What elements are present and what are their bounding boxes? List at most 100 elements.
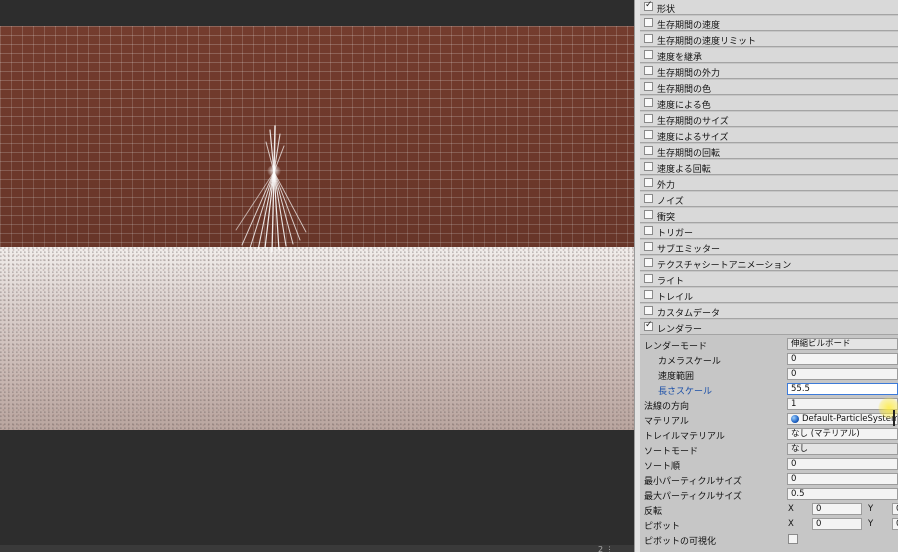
min-particle-size-input[interactable]: 0 <box>787 473 898 485</box>
prop-trail-material: トレイルマテリアル なし (マテリアル) <box>640 427 898 442</box>
prop-label: 最大パーティクルサイズ <box>644 492 742 502</box>
module-inherit-velocity[interactable]: 速度を継承 <box>640 48 898 63</box>
module-label: 速度によるサイズ <box>657 133 729 143</box>
module-rotation-over-lifetime[interactable]: 生存期間の回転 <box>640 144 898 159</box>
prop-visualize-pivot: ピボットの可視化 <box>640 532 898 547</box>
module-label: レンダラー <box>657 325 703 335</box>
module-color-by-speed[interactable]: 速度による色 <box>640 96 898 111</box>
pivot-x-input[interactable]: 0 <box>812 518 862 530</box>
pivot-y-input[interactable]: 0 <box>892 518 898 530</box>
module-checkbox[interactable] <box>644 18 653 27</box>
module-collision[interactable]: 衝突 <box>640 208 898 223</box>
module-label: 生存期間の回転 <box>657 149 721 159</box>
module-shape[interactable]: 形状 <box>640 0 898 15</box>
prop-sort-mode: ソートモード なし <box>640 442 898 457</box>
module-label: 速度による色 <box>657 101 711 111</box>
module-rotation-by-speed[interactable]: 速度よる回転 <box>640 160 898 175</box>
module-checkbox[interactable] <box>644 290 653 299</box>
prop-sort-order: ソート順 0 <box>640 457 898 472</box>
particle-burst-icon <box>235 125 307 253</box>
module-size-over-lifetime[interactable]: 生存期間のサイズ <box>640 112 898 127</box>
module-label: 生存期間のサイズ <box>657 117 729 127</box>
render-mode-dropdown[interactable]: 伸縮ビルボード <box>787 338 898 350</box>
cursor-highlight <box>878 397 898 419</box>
flip-x-input[interactable]: 0 <box>812 503 862 515</box>
scene-status-strip <box>0 545 634 552</box>
module-texture-sheet-animation[interactable]: テクスチャシートアニメーション <box>640 256 898 271</box>
module-renderer[interactable]: レンダラー <box>640 320 898 335</box>
scene-view[interactable]: 2 ⋮ <box>0 0 634 552</box>
module-sub-emitters[interactable]: サブエミッター <box>640 240 898 255</box>
pivot-y-label: Y <box>868 519 874 529</box>
module-checkbox[interactable] <box>644 274 653 283</box>
module-external-forces[interactable]: 外力 <box>640 176 898 191</box>
prop-normal-direction: 法線の方向 1 <box>640 397 898 412</box>
prop-label: ソートモード <box>644 447 699 457</box>
prop-label: 長さスケール <box>658 387 713 397</box>
module-checkbox[interactable] <box>644 210 653 219</box>
module-force-over-lifetime[interactable]: 生存期間の外力 <box>640 64 898 79</box>
module-checkbox[interactable] <box>644 178 653 187</box>
module-custom-data[interactable]: カスタムデータ <box>640 304 898 319</box>
module-checkbox[interactable] <box>644 34 653 43</box>
module-label: 生存期間の色 <box>657 85 712 95</box>
prop-label: 速度範囲 <box>658 372 695 382</box>
module-checkbox[interactable] <box>644 320 653 331</box>
prop-label: カメラスケール <box>658 357 721 367</box>
pivot-x-label: X <box>788 519 794 529</box>
prop-flip: 反転 X 0 Y 0 <box>640 502 898 517</box>
module-checkbox[interactable] <box>644 50 653 59</box>
module-checkbox[interactable] <box>644 98 653 107</box>
module-label: 外力 <box>657 181 676 191</box>
module-label: テクスチャシートアニメーション <box>657 261 792 271</box>
flip-x-label: X <box>788 504 794 514</box>
trail-material-object-field[interactable]: なし (マテリアル) <box>787 428 898 440</box>
module-label: ライト <box>657 277 685 287</box>
module-checkbox[interactable] <box>644 114 653 123</box>
length-scale-input[interactable]: 55.5 <box>787 383 898 395</box>
sort-order-input[interactable]: 0 <box>787 458 898 470</box>
module-limit-velocity[interactable]: 生存期間の速度リミット <box>640 32 898 47</box>
module-checkbox[interactable] <box>644 146 653 155</box>
module-checkbox[interactable] <box>644 82 653 91</box>
material-sphere-icon <box>791 415 799 423</box>
module-checkbox[interactable] <box>644 162 653 171</box>
module-label: 速度を継承 <box>657 53 703 63</box>
module-checkbox[interactable] <box>644 194 653 203</box>
module-checkbox[interactable] <box>644 258 653 267</box>
module-label: 衝突 <box>657 213 676 223</box>
max-particle-size-input[interactable]: 0.5 <box>787 488 898 500</box>
module-checkbox[interactable] <box>644 0 653 11</box>
sort-mode-dropdown[interactable]: なし <box>787 443 898 455</box>
prop-velocity-scale: 速度範囲 0 <box>640 367 898 382</box>
camera-scale-input[interactable]: 0 <box>787 353 898 365</box>
module-size-by-speed[interactable]: 速度によるサイズ <box>640 128 898 143</box>
module-lights[interactable]: ライト <box>640 272 898 287</box>
module-label: サブエミッター <box>657 245 721 255</box>
module-color-over-lifetime[interactable]: 生存期間の色 <box>640 80 898 95</box>
velocity-scale-input[interactable]: 0 <box>787 368 898 380</box>
module-velocity-over-lifetime[interactable]: 生存期間の速度 <box>640 16 898 31</box>
module-checkbox[interactable] <box>644 242 653 251</box>
prop-label: ソート順 <box>644 462 681 472</box>
prop-label: 法線の方向 <box>644 402 690 412</box>
module-label: トリガー <box>657 229 694 239</box>
scene-top-area <box>0 0 634 26</box>
module-checkbox[interactable] <box>644 66 653 75</box>
module-triggers[interactable]: トリガー <box>640 224 898 239</box>
module-checkbox[interactable] <box>644 226 653 235</box>
module-noise[interactable]: ノイズ <box>640 192 898 207</box>
module-trails[interactable]: トレイル <box>640 288 898 303</box>
module-label: トレイル <box>657 293 694 303</box>
visualize-pivot-checkbox[interactable] <box>788 534 798 544</box>
module-checkbox[interactable] <box>644 130 653 139</box>
prop-length-scale: 長さスケール 55.5 <box>640 382 898 397</box>
module-checkbox[interactable] <box>644 306 653 315</box>
flip-y-input[interactable]: 0 <box>892 503 898 515</box>
prop-label: 最小パーティクルサイズ <box>644 477 742 487</box>
prop-label: マテリアル <box>644 417 689 427</box>
prop-max-particle-size: 最大パーティクルサイズ 0.5 <box>640 487 898 502</box>
prop-label: トレイルマテリアル <box>644 432 725 442</box>
prop-min-particle-size: 最小パーティクルサイズ 0 <box>640 472 898 487</box>
prop-label: レンダーモード <box>644 342 708 352</box>
